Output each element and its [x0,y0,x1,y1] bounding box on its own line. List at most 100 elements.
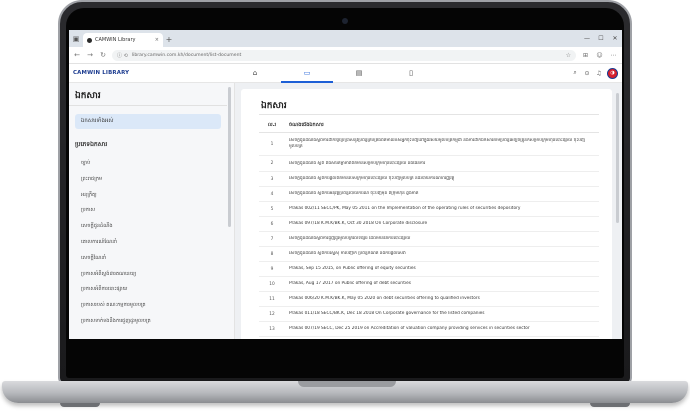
table-row[interactable]: 8 សេចក្ដីជូនដំណឹង ស្ដីពីការស្នើសុំ ការបញ… [259,247,599,262]
row-number: 6 [270,221,274,227]
table-row[interactable]: 5 Prakas 002/11 SECC/PK, May 05 2011 on … [259,202,599,217]
row-number: 5 [270,206,274,212]
table-row[interactable]: 2 សេចក្ដីជូនដំណឹង ស្ដីពី ពិធីសារតម្លាភាព… [259,156,599,172]
document-title-link[interactable]: សេចក្ដីជូនដំណឹង ស្ដីពីការអនុវត្តប្រព័ន្ធ… [285,191,599,197]
document-title-link[interactable]: Prakas 007/19 SECC, Dec 25 2019 on Accre… [285,326,599,332]
row-number: 9 [270,266,274,272]
close-window-button[interactable]: ✕ [608,35,622,42]
documents-card: ឯកសារ ល.រ ចំណងជើងឯកសារ 1 សេចក្ដីជូនដំណឹង… [241,89,612,339]
document-title-link[interactable]: សេចក្ដីជូនដំណឹង ស្ដីពី ពិធីសារតម្លាភាពព័… [285,161,599,167]
search-icon[interactable]: ⌕ [571,69,579,77]
bell-icon[interactable]: ♫ [595,70,603,77]
extensions-icon[interactable]: ⊞ [581,52,590,59]
row-number: 12 [269,311,275,317]
reload-button[interactable]: ↻ [99,51,107,59]
document-title-link[interactable]: Prakas 006/20 K.M.K/BK.K, May 05 2020 on… [285,296,599,302]
laptop-foot [590,403,630,407]
sidebar-item[interactable]: ប្រកាសអំពីការបោះផ្សាយ [81,282,221,298]
sidebar-item-all-documents[interactable]: ឯកសារទាំងអស់ [75,114,221,129]
address-bar: ← → ↻ ⓘ ⟲ library.camwin.com.kh/document… [69,47,622,64]
document-title-link[interactable]: Prakas, Aug 17 2017 on Public offering o… [285,281,599,287]
laptop-notch [298,381,396,387]
document-title-link[interactable]: Prakas, Sep 15 2015, on Public offering … [285,266,599,272]
nav-book-icon[interactable]: ▭ [281,64,333,83]
row-number: 8 [270,251,274,257]
avatar[interactable]: ◑ [607,67,618,79]
row-number: 13 [269,326,275,332]
window-menu-icon[interactable]: ▣ [69,30,83,47]
sidebar-item[interactable]: គោលការណ៍ណែនាំ [81,235,221,251]
location-icon[interactable]: ⊙ [583,70,591,77]
favicon-icon [87,37,92,43]
sidebar-category-list: ច្បាប់ ព្រះរាជក្រម អនុក្រឹត្យ ប្រកាស សេច… [81,156,221,330]
sidebar-item[interactable]: សេចក្ដីជូនដំណឹង [81,219,221,235]
url-field[interactable]: ⓘ ⟲ library.camwin.com.kh/document/list-… [112,49,576,61]
sidebar-item[interactable]: ច្បាប់ [81,156,221,172]
table-row[interactable]: 7 សេចក្ដីជូនដំណឹងស្ដីពីការជួញដូរមូលបត្រល… [259,232,599,247]
header-tools: ⌕ ⊙ ♫ ◑ [571,67,622,79]
column-header-no: ល.រ [267,122,277,128]
table-row[interactable]: 3 សេចក្ដីជូនដំណឹង ស្ដីពីការផ្ដល់ព័ត៌មានរ… [259,172,599,187]
table-row[interactable]: 12 Prakas 011/18 SECC/BK.K, Dec 18 2018 … [259,307,599,322]
bookmark-star-icon[interactable]: ☆ [566,52,571,59]
sidebar-item[interactable]: ប្រកាស [81,203,221,219]
sidebar-item[interactable]: អនុក្រឹត្យ [81,188,221,204]
minimize-button[interactable]: — [580,35,594,42]
nav-home-icon[interactable]: ⌂ [229,64,281,83]
url-text: library.camwin.com.kh/document/list-docu… [131,52,242,58]
table-row[interactable]: 9 Prakas, Sep 15 2015, on Public offerin… [259,262,599,277]
table-row[interactable]: 6 Prakas 097/18 K.M.K/BK.K, Oct 30 2018 … [259,217,599,232]
sidebar-scrollbar[interactable] [228,87,231,227]
table-header: ល.រ ចំណងជើងឯកសារ [259,119,599,133]
main-content: ឯកសារ ល.រ ចំណងជើងឯកសារ 1 សេចក្ដីជូនដំណឹង… [235,83,622,339]
documents-table: ល.រ ចំណងជើងឯកសារ 1 សេចក្ដីជូនដំណឹងស្ដីពី… [259,119,599,337]
table-row[interactable]: 4 សេចក្ដីជូនដំណឹង ស្ដីពីការអនុវត្តប្រព័ន… [259,187,599,202]
site-logo[interactable]: CAMWIN LIBRARY [69,70,229,76]
content-scrollbar[interactable] [616,93,619,223]
divider [259,114,599,115]
document-title-link[interactable]: Prakas 002/11 SECC/PK, May 05 2011 on th… [285,206,599,212]
table-row[interactable]: 1 សេចក្ដីជូនដំណឹងស្ដីពីការដាក់ឱ្យប្រើប្រ… [259,133,599,156]
sidebar-title: ឯកសារ [75,91,101,101]
window-controls: — ☐ ✕ [580,30,622,47]
new-tab-button[interactable]: + [163,33,175,47]
maximize-button[interactable]: ☐ [594,35,608,42]
main-nav: ⌂ ▭ ▤ ▯ [229,64,437,83]
forward-button[interactable]: → [86,51,94,59]
row-number: 10 [269,281,275,287]
document-title-link[interactable]: Prakas 097/18 K.M.K/BK.K, Oct 30 2018 On… [285,221,599,227]
document-title-link[interactable]: សេចក្ដីជូនដំណឹង ស្ដីពីការស្នើសុំ ការបញ្ជ… [285,251,599,257]
page-title: ឯកសារ [261,101,287,111]
nav-calendar-icon[interactable]: ▤ [333,64,385,83]
sidebar-item[interactable]: ប្រកាសទាក់ទងនឹងការជួញដូរមូលបត្រ [81,314,221,330]
site-info-icon[interactable]: ⓘ ⟲ [117,52,128,59]
table-row[interactable]: 11 Prakas 006/20 K.M.K/BK.K, May 05 2020… [259,292,599,307]
browser-menu-icon[interactable]: ⋯ [609,52,618,59]
browser-tab-bar: ▣ CAMWIN Library × + — ☐ ✕ [69,30,622,47]
column-header-title: ចំណងជើងឯកសារ [289,122,324,128]
document-title-link[interactable]: សេចក្ដីជូនដំណឹងស្ដីពីការដាក់ឱ្យប្រើប្រាស… [285,138,599,149]
table-row[interactable]: 10 Prakas, Aug 17 2017 on Public offerin… [259,277,599,292]
row-number: 3 [270,176,274,182]
row-number: 1 [270,141,274,147]
laptop-base [2,381,688,403]
back-button[interactable]: ← [73,51,81,59]
row-number: 11 [269,296,275,302]
divider [69,105,227,106]
sidebar-item[interactable]: ព្រះរាជក្រម [81,172,221,188]
profile-icon[interactable]: ☺ [595,52,604,59]
document-title-link[interactable]: សេចក្ដីជូនដំណឹង ស្ដីពីការផ្ដល់ព័ត៌មានរបស… [285,176,599,182]
sidebar-item[interactable]: ប្រកាសរបស់ គណៈកម្មការមូលបត្រ [81,298,221,314]
row-number: 7 [270,236,274,242]
site-header: CAMWIN LIBRARY ⌂ ▭ ▤ ▯ ⌕ ⊙ ♫ ◑ [69,64,622,83]
browser-tab[interactable]: CAMWIN Library × [83,33,163,47]
screen: ▣ CAMWIN Library × + — ☐ ✕ ← → ↻ ⓘ ⟲ lib… [69,30,622,339]
tab-close-icon[interactable]: × [155,37,159,43]
sidebar-item[interactable]: ប្រកាសអំពីស្ដង់ដារគណនេយ្យ [81,267,221,283]
document-title-link[interactable]: Prakas 011/18 SECC/BK.K, Dec 18 2018 On … [285,311,599,317]
nav-document-icon[interactable]: ▯ [385,64,437,83]
row-number: 4 [270,191,274,197]
sidebar-item[interactable]: សេចក្ដីណែនាំ [81,251,221,267]
document-title-link[interactable]: សេចក្ដីជូនដំណឹងស្ដីពីការជួញដូរមូលបត្រលើទ… [285,236,599,242]
table-row[interactable]: 13 Prakas 007/19 SECC, Dec 25 2019 on Ac… [259,322,599,337]
